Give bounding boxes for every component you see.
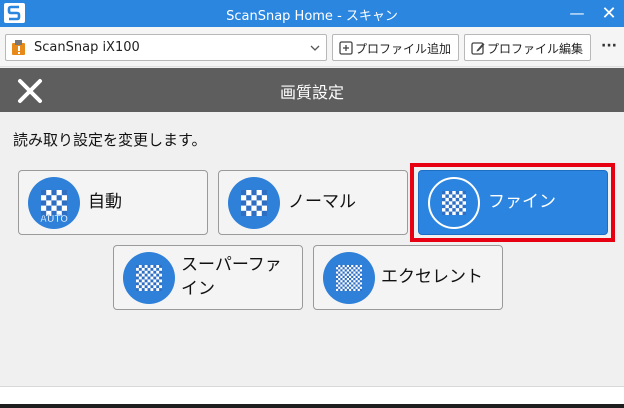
- super-fine-quality-icon: [123, 251, 175, 304]
- edit-profile-icon: [471, 42, 485, 55]
- normal-quality-icon: [228, 176, 280, 229]
- option-label-line1: スーパーファ: [181, 255, 282, 275]
- quality-option-excellent[interactable]: エクセレント: [313, 245, 503, 310]
- scanner-select[interactable]: ScanSnap iX100: [5, 34, 327, 61]
- add-profile-icon: [339, 41, 353, 55]
- option-label: ノーマル: [288, 192, 356, 212]
- auto-badge: AUTO: [40, 214, 68, 225]
- option-label: 自動: [88, 192, 122, 212]
- option-label-line2: イン: [181, 279, 215, 299]
- chevron-down-icon: [310, 45, 320, 51]
- close-window-button[interactable]: ✕: [594, 0, 624, 27]
- toolbar: ScanSnap iX100 プロファイル追加 プロファイル編集 ···: [0, 27, 624, 67]
- window-title: ScanSnap Home - スキャン: [226, 9, 398, 24]
- more-options-button[interactable]: ···: [598, 35, 620, 59]
- scanner-warning-icon: [12, 40, 25, 55]
- excellent-quality-icon: [323, 251, 375, 304]
- auto-quality-icon: AUTO: [28, 176, 80, 229]
- quality-option-normal[interactable]: ノーマル: [218, 170, 408, 235]
- add-profile-label: プロファイル追加: [355, 42, 452, 56]
- edit-profile-button[interactable]: プロファイル編集: [464, 34, 591, 61]
- add-profile-button[interactable]: プロファイル追加: [332, 34, 459, 61]
- option-label: スーパーファ イン: [181, 253, 282, 301]
- instruction-text: 読み取り設定を変更します。: [13, 131, 207, 149]
- selection-highlight: [410, 163, 615, 242]
- page-title: 画質設定: [279, 83, 344, 102]
- edit-profile-label: プロファイル編集: [487, 42, 584, 56]
- bottom-border: [0, 404, 624, 408]
- title-bar: ScanSnap Home - スキャン — ✕: [0, 0, 624, 27]
- dialog-header: 画質設定: [0, 68, 624, 112]
- quality-option-auto[interactable]: AUTO 自動: [18, 170, 208, 235]
- scanner-name: ScanSnap iX100: [34, 40, 140, 55]
- option-label: エクセレント: [381, 267, 483, 287]
- minimize-button[interactable]: —: [562, 0, 592, 27]
- quality-option-super-fine[interactable]: スーパーファ イン: [113, 245, 303, 310]
